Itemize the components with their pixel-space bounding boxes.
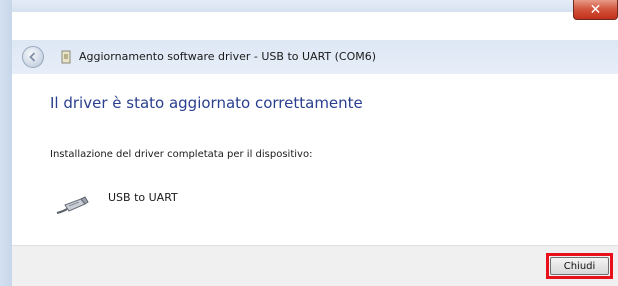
back-arrow-icon — [29, 52, 36, 62]
window-close-button[interactable]: ✕ — [573, 0, 618, 20]
device-name: USB to UART — [108, 191, 178, 204]
window-frame-top — [0, 0, 618, 12]
status-heading: Il driver è stato aggiornato correttamen… — [50, 94, 363, 112]
status-description: Installazione del driver completata per … — [50, 149, 313, 160]
device-driver-icon — [61, 50, 71, 64]
close-icon: ✕ — [589, 1, 602, 18]
back-button[interactable] — [22, 46, 44, 68]
usb-cable-icon — [56, 196, 89, 214]
close-button[interactable]: Chiudi — [550, 257, 609, 275]
window-frame-left — [0, 0, 12, 286]
window-title: Aggiornamento software driver - USB to U… — [79, 50, 377, 63]
wizard-footer — [12, 245, 618, 286]
driver-update-window: ✕ Aggiornamento software driver - USB to… — [0, 0, 618, 286]
